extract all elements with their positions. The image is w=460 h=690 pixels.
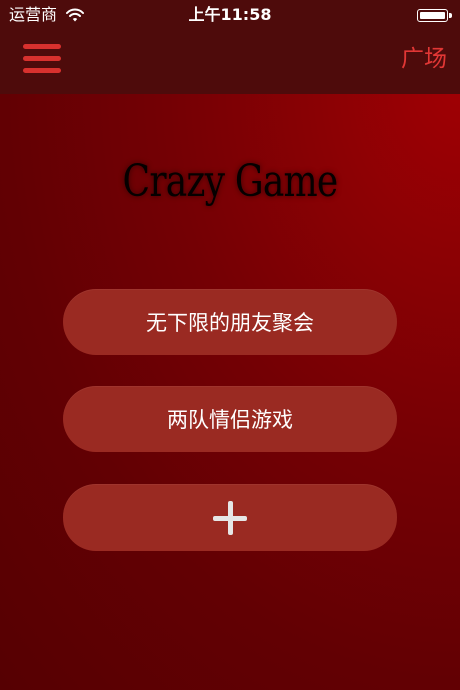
couples-game-label: 两队情侣游戏 <box>167 408 293 432</box>
plaza-link[interactable]: 广场 <box>401 45 447 73</box>
hamburger-menu-icon[interactable] <box>23 44 61 74</box>
plus-icon <box>213 500 247 535</box>
status-time: 上午11:58 <box>188 5 272 24</box>
friends-party-label: 无下限的朋友聚会 <box>146 311 314 335</box>
couples-game-button[interactable]: 两队情侣游戏 <box>63 386 397 452</box>
battery-icon <box>417 9 452 22</box>
friends-party-button[interactable]: 无下限的朋友聚会 <box>63 289 397 355</box>
navigation-bar <box>0 32 460 94</box>
status-bar: 运营商 上午11:58 <box>0 0 460 32</box>
add-game-button[interactable] <box>63 484 397 551</box>
app-title: Crazy Game <box>122 156 339 207</box>
